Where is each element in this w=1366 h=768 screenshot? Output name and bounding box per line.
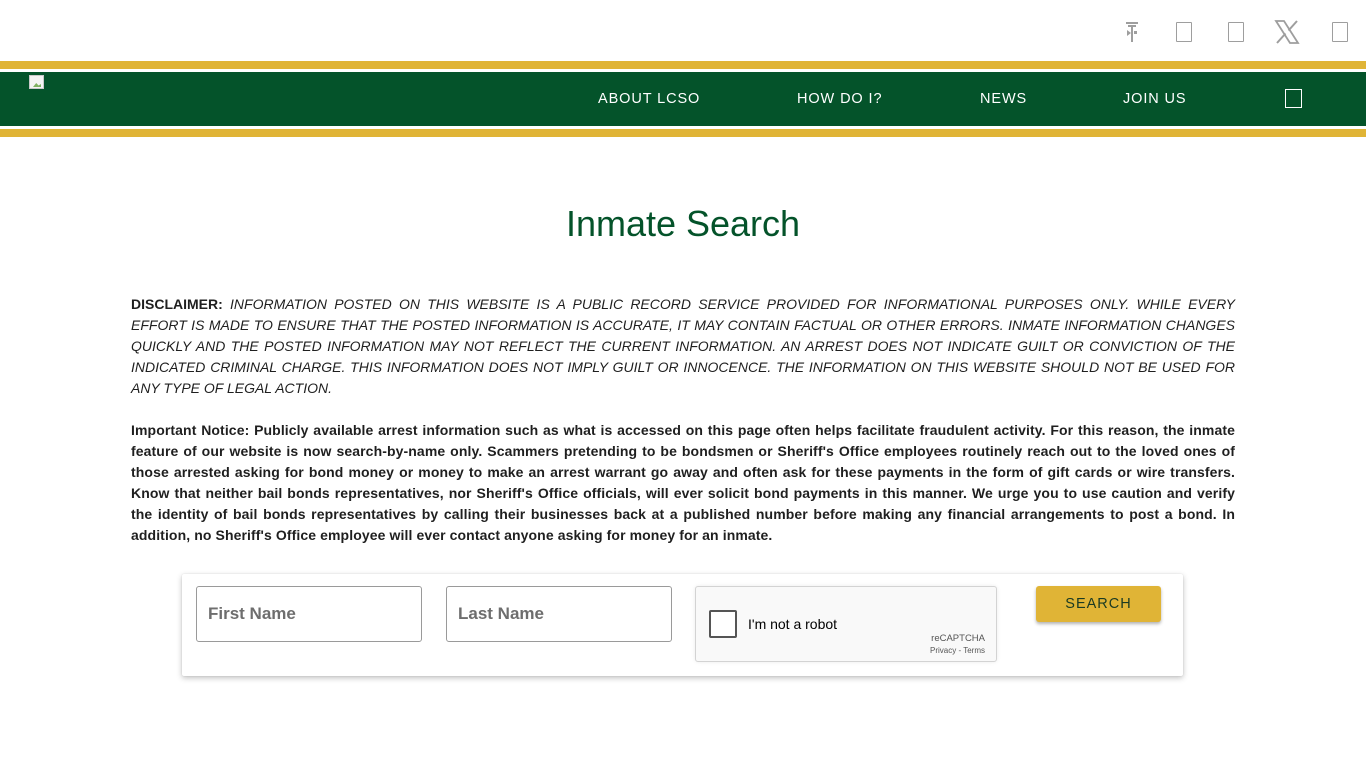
gold-stripe-top [0,61,1366,69]
x-twitter-icon[interactable] [1273,18,1301,46]
disclaimer-label: DISCLAIMER: [131,296,223,312]
recaptcha-label: I'm not a robot [748,616,838,632]
search-button[interactable]: SEARCH [1036,586,1161,622]
recaptcha-links: Privacy - Terms [930,646,985,655]
recaptcha-terms-link[interactable]: Terms [963,646,985,655]
disclaimer-body: INFORMATION POSTED ON THIS WEBSITE IS A … [131,296,1236,396]
instagram-icon[interactable] [1222,18,1250,46]
youtube-icon[interactable] [1326,18,1354,46]
first-name-input[interactable] [197,587,421,641]
menu-icon[interactable] [1285,89,1302,108]
search-form-card: I'm not a robot reCAPTCHA Privacy - Term… [182,574,1183,676]
recaptcha-privacy-link[interactable]: Privacy [930,646,956,655]
last-name-input[interactable] [447,587,671,641]
sheriff-badge-icon[interactable] [1118,18,1146,46]
facebook-icon[interactable] [1170,18,1198,46]
first-name-field[interactable] [196,586,422,642]
recaptcha-checkbox[interactable] [709,610,737,638]
recaptcha-brand: reCAPTCHA [931,633,985,644]
site-logo[interactable] [29,75,47,91]
gold-stripe-bottom [0,129,1366,137]
last-name-field[interactable] [446,586,672,642]
nav-item-how-do-i[interactable]: HOW DO I? [797,89,882,109]
page-title: Inmate Search [565,203,801,244]
nav-item-news[interactable]: NEWS [980,89,1027,109]
nav-item-about-lcso[interactable]: ABOUT LCSO [598,89,700,109]
nav-item-join-us[interactable]: JOIN US [1123,89,1187,109]
important-notice: Important Notice: Publicly available arr… [131,422,1235,543]
recaptcha-widget: I'm not a robot reCAPTCHA Privacy - Term… [695,586,997,662]
top-utility-bar [0,0,1366,62]
disclaimer-text: DISCLAIMER: INFORMATION POSTED ON THIS W… [131,294,1235,399]
